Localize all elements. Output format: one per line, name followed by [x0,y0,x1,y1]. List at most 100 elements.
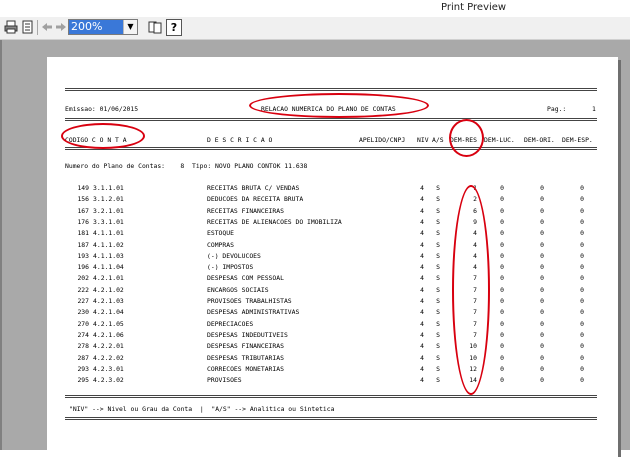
row-number: 295 [77,376,89,385]
row-number: 176 [77,217,89,226]
row-code: 4.1.1.03 [93,251,124,260]
col-dem-ori: DEM-ORI. [524,136,555,144]
col-niv: NIV [417,136,429,144]
row-dem-luc: 0 [500,206,504,215]
row-dem-luc: 0 [500,217,504,226]
row-niv: 4 [420,364,424,373]
footer-rule-2 [65,417,597,420]
row-code: 4.2.3.01 [93,364,124,373]
row-dem-esp: 0 [580,251,584,260]
header-rule-2 [65,147,597,150]
row-as: S [436,364,440,373]
row-dem-esp: 0 [580,206,584,215]
row-niv: 4 [420,217,424,226]
row-code: 4.2.2.02 [93,353,124,362]
row-dem-luc: 0 [500,308,504,317]
row-number: 227 [77,297,89,305]
footer-rule-1 [65,395,597,398]
row-code: 3.3.1.01 [93,217,124,226]
row-dem-esp: 0 [580,330,584,339]
row-dem-luc: 0 [500,184,504,192]
help-button[interactable]: ? [166,19,182,36]
print-icon[interactable] [2,19,20,37]
row-dem-luc: 0 [500,195,504,204]
row-code: 4.1.1.01 [93,229,124,238]
row-dem-luc: 0 [500,274,504,283]
page-label: Pag.: [547,105,567,113]
row-description: DEPRECIACOES [207,319,254,328]
preview-workspace: Emissao: 01/06/2015 RELACAO NUMERICA DO … [0,40,630,457]
row-dem-luc: 0 [500,285,504,294]
row-description: RECEITAS DE ALIENACOES DO IMOBILIZA [207,217,342,226]
row-niv: 4 [420,353,424,362]
left-edge [0,40,2,450]
row-description: RECEITAS BRUTA C/ VENDAS [207,184,300,192]
row-dem-luc: 0 [500,330,504,339]
row-dem-luc: 0 [500,263,504,272]
top-rule [65,88,597,91]
row-dem-ori: 0 [540,263,544,272]
row-code: 4.2.2.01 [93,342,124,351]
chevron-down-icon[interactable]: ▼ [123,20,137,34]
multi-page-icon[interactable] [146,19,164,37]
row-description: CORRECOES MONETARIAS [207,364,284,373]
window-title: Print Preview [441,2,507,13]
plan-line: Numero do Plano de Contas: 8 Tipo: NOVO … [65,162,308,170]
zoom-select[interactable]: 200% ▼ [68,19,138,35]
row-number: 278 [77,342,89,351]
row-dem-esp: 0 [580,297,584,305]
row-number: 181 [77,229,89,238]
row-niv: 4 [420,274,424,283]
row-niv: 4 [420,195,424,204]
row-niv: 4 [420,229,424,238]
row-as: S [436,217,440,226]
row-description: DEDUCOES DA RECEITA BRUTA [207,195,304,204]
row-dem-ori: 0 [540,184,544,192]
row-dem-esp: 0 [580,376,584,385]
col-as: A/S [432,136,444,144]
row-dem-ori: 0 [540,376,544,385]
row-niv: 4 [420,376,424,385]
row-dem-esp: 0 [580,364,584,373]
row-dem-esp: 0 [580,195,584,204]
row-dem-luc: 0 [500,376,504,385]
row-dem-ori: 0 [540,308,544,317]
title-highlight-oval [249,93,429,118]
row-code: 4.1.1.04 [93,263,124,272]
row-description: PROVISOES TRABALHISTAS [207,297,292,305]
row-description: ESTOQUE [207,229,234,238]
legend-footer: "NIV" --> Nivel ou Grau da Conta | "A/S"… [69,405,335,413]
page-number: 1 [592,105,596,113]
row-code: 3.1.1.01 [93,184,124,192]
row-dem-luc: 0 [500,364,504,373]
row-description: (-) DEVOLUCOES [207,251,261,260]
row-code: 3.2.1.01 [93,206,124,215]
row-number: 230 [77,308,89,317]
row-niv: 4 [420,297,424,305]
row-dem-ori: 0 [540,229,544,238]
row-dem-luc: 0 [500,251,504,260]
preview-page: Emissao: 01/06/2015 RELACAO NUMERICA DO … [47,57,618,457]
report: Emissao: 01/06/2015 RELACAO NUMERICA DO … [47,57,618,457]
row-code: 4.2.1.01 [93,274,124,283]
row-description: ENCARGOS SOCIAIS [207,285,269,294]
row-description: DESPESAS COM PESSOAL [207,274,284,283]
row-as: S [436,184,440,192]
codigo-highlight-oval [61,123,145,149]
col-dem-esp: DEM-ESP. [562,136,593,144]
row-as: S [436,297,440,305]
row-dem-ori: 0 [540,217,544,226]
row-number: 193 [77,251,89,260]
row-niv: 4 [420,308,424,317]
row-code: 4.2.3.02 [93,376,124,385]
page-setup-icon[interactable] [19,19,37,37]
row-dem-ori: 0 [540,274,544,283]
row-dem-ori: 0 [540,240,544,249]
row-as: S [436,308,440,317]
row-as: S [436,376,440,385]
row-description: (-) IMPOSTOS [207,263,254,272]
row-number: 274 [77,330,89,339]
row-dem-ori: 0 [540,206,544,215]
row-niv: 4 [420,330,424,339]
row-number: 270 [77,319,89,328]
